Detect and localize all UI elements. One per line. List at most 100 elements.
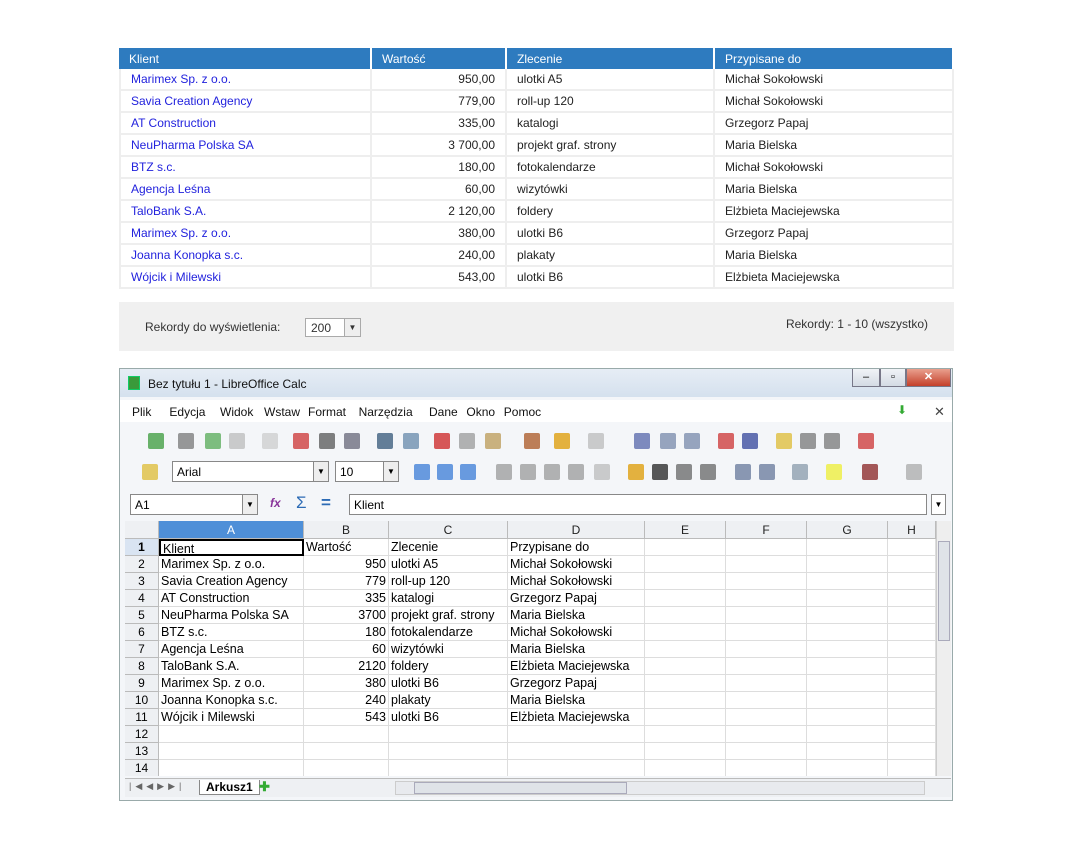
cell-g1[interactable] — [807, 539, 888, 556]
sum-icon[interactable]: Σ — [296, 493, 307, 513]
client-link[interactable]: Wójcik i Milewski — [119, 267, 372, 289]
decrease-indent-icon[interactable] — [735, 464, 751, 480]
percent-icon[interactable] — [652, 464, 668, 480]
remove-decimal-icon[interactable] — [700, 464, 716, 480]
sort-ascending-icon[interactable] — [660, 433, 676, 449]
font-size-select[interactable]: 10 ▼ — [335, 461, 399, 482]
cell-h4[interactable] — [888, 590, 936, 607]
menu-okno[interactable]: Okno — [466, 405, 495, 419]
function-wizard-icon[interactable]: fx — [270, 496, 281, 510]
cell-c12[interactable] — [389, 726, 508, 743]
merge-cells-icon[interactable] — [594, 464, 610, 480]
row-header[interactable]: 1 — [125, 539, 159, 556]
cell-a9[interactable]: Marimex Sp. z o.o. — [159, 675, 304, 692]
cell-g13[interactable] — [807, 743, 888, 760]
cell-f6[interactable] — [726, 624, 807, 641]
cell-b6[interactable]: 180 — [304, 624, 389, 641]
cell-h3[interactable] — [888, 573, 936, 590]
cell-d8[interactable]: Elżbieta Maciejewska — [508, 658, 645, 675]
cell-g10[interactable] — [807, 692, 888, 709]
records-per-page-select[interactable]: 200 ▼ — [305, 318, 361, 337]
cell-b14[interactable] — [304, 760, 389, 776]
undo-icon[interactable] — [554, 433, 570, 449]
datasources-icon[interactable] — [824, 433, 840, 449]
cell-h13[interactable] — [888, 743, 936, 760]
cell-f5[interactable] — [726, 607, 807, 624]
horizontal-scrollbar[interactable] — [395, 781, 925, 795]
cell-a8[interactable]: TaloBank S.A. — [159, 658, 304, 675]
vertical-scrollbar[interactable] — [936, 521, 951, 776]
cell-e5[interactable] — [645, 607, 726, 624]
cell-c7[interactable]: wizytówki — [389, 641, 508, 658]
client-link[interactable]: Agencja Leśna — [119, 179, 372, 201]
cell-e2[interactable] — [645, 556, 726, 573]
cell-c5[interactable]: projekt graf. strony — [389, 607, 508, 624]
minimize-button[interactable]: – — [852, 369, 880, 387]
align-center-icon[interactable] — [520, 464, 536, 480]
cell-g14[interactable] — [807, 760, 888, 776]
cell-c6[interactable]: fotokalendarze — [389, 624, 508, 641]
increase-indent-icon[interactable] — [759, 464, 775, 480]
cell-e12[interactable] — [645, 726, 726, 743]
cell-a14[interactable] — [159, 760, 304, 776]
cell-b13[interactable] — [304, 743, 389, 760]
cell-a10[interactable]: Joanna Konopka s.c. — [159, 692, 304, 709]
print-preview-icon[interactable] — [344, 433, 360, 449]
add-decimal-icon[interactable] — [676, 464, 692, 480]
align-right-icon[interactable] — [544, 464, 560, 480]
chart-icon[interactable] — [718, 433, 734, 449]
cell-c1[interactable]: Zlecenie — [389, 539, 508, 556]
cell-b2[interactable]: 950 — [304, 556, 389, 573]
cell-c8[interactable]: foldery — [389, 658, 508, 675]
cell-f10[interactable] — [726, 692, 807, 709]
cell-h12[interactable] — [888, 726, 936, 743]
cell-d13[interactable] — [508, 743, 645, 760]
cell-b3[interactable]: 779 — [304, 573, 389, 590]
client-link[interactable]: TaloBank S.A. — [119, 201, 372, 223]
cell-d3[interactable]: Michał Sokołowski — [508, 573, 645, 590]
cell-a2[interactable]: Marimex Sp. z o.o. — [159, 556, 304, 573]
row-header[interactable]: 6 — [125, 624, 159, 641]
maximize-button[interactable]: ▫ — [880, 369, 906, 387]
cell-b5[interactable]: 3700 — [304, 607, 389, 624]
column-header[interactable]: Wartość — [372, 48, 507, 69]
draw-icon[interactable] — [742, 433, 758, 449]
column-header-d[interactable]: D — [508, 521, 645, 539]
save-icon[interactable] — [205, 433, 221, 449]
export-pdf-icon[interactable] — [293, 433, 309, 449]
cell-e3[interactable] — [645, 573, 726, 590]
cell-c9[interactable]: ulotki B6 — [389, 675, 508, 692]
client-link[interactable]: BTZ s.c. — [119, 157, 372, 179]
row-header[interactable]: 8 — [125, 658, 159, 675]
cell-d9[interactable]: Grzegorz Papaj — [508, 675, 645, 692]
cell-f2[interactable] — [726, 556, 807, 573]
cell-b8[interactable]: 2120 — [304, 658, 389, 675]
cell-g4[interactable] — [807, 590, 888, 607]
menu-pomoc[interactable]: Pomoc — [504, 405, 541, 419]
cell-g2[interactable] — [807, 556, 888, 573]
cell-h8[interactable] — [888, 658, 936, 675]
select-all-corner[interactable] — [125, 521, 159, 539]
cut-icon[interactable] — [434, 433, 450, 449]
cell-g5[interactable] — [807, 607, 888, 624]
cell-d14[interactable] — [508, 760, 645, 776]
cell-h11[interactable] — [888, 709, 936, 726]
column-header-h[interactable]: H — [888, 521, 936, 539]
cell-f9[interactable] — [726, 675, 807, 692]
cell-e6[interactable] — [645, 624, 726, 641]
cell-e1[interactable] — [645, 539, 726, 556]
align-left-icon[interactable] — [496, 464, 512, 480]
borders-icon[interactable] — [792, 464, 808, 480]
close-button[interactable]: ✕ — [906, 369, 951, 387]
clone-format-icon[interactable] — [524, 433, 540, 449]
underline-icon[interactable] — [460, 464, 476, 480]
cell-d5[interactable]: Maria Bielska — [508, 607, 645, 624]
cell-c4[interactable]: katalogi — [389, 590, 508, 607]
justify-icon[interactable] — [568, 464, 584, 480]
cell-e4[interactable] — [645, 590, 726, 607]
cell-c14[interactable] — [389, 760, 508, 776]
cell-g11[interactable] — [807, 709, 888, 726]
menu-wstaw[interactable]: Wstaw — [264, 405, 300, 419]
row-header[interactable]: 11 — [125, 709, 159, 726]
menu-plik[interactable]: Plik — [132, 405, 151, 419]
